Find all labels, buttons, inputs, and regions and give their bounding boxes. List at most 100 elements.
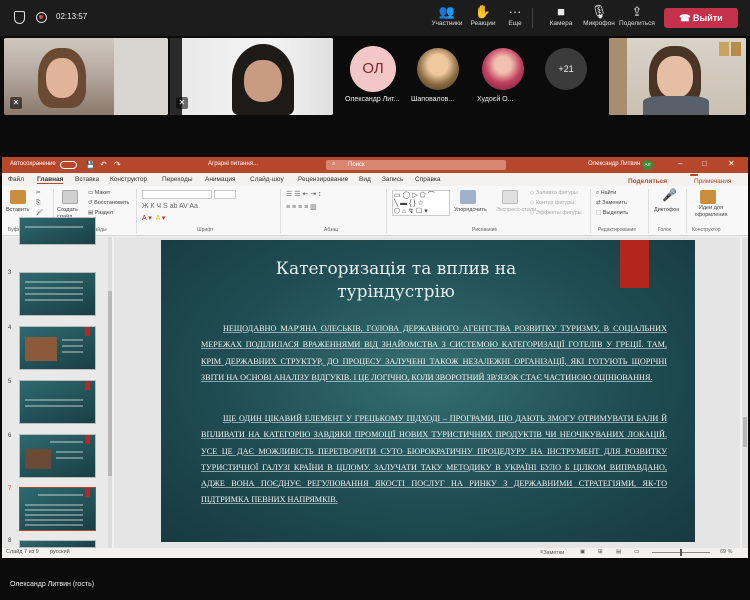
slide-thumbnail[interactable] bbox=[19, 272, 96, 316]
font-format-icons[interactable]: Ж К Ч S ab AV Aa bbox=[142, 203, 198, 210]
share-button[interactable]: ⇪ Поделиться bbox=[614, 4, 660, 27]
arrange-button[interactable]: Упорядочить bbox=[454, 207, 487, 213]
group-font-label: Шрифт bbox=[197, 227, 214, 233]
paste-icon[interactable] bbox=[10, 190, 26, 204]
replace-button[interactable]: ⇄ Заменить bbox=[596, 200, 627, 206]
shape-effects-button[interactable]: ◇ Эффекты фигуры bbox=[530, 210, 582, 216]
dictate-button[interactable]: Диктофон bbox=[654, 207, 679, 213]
tab-file[interactable]: Файл bbox=[8, 176, 24, 183]
cut-icon[interactable]: ✂ bbox=[36, 190, 41, 196]
comments-button[interactable]: Примечания bbox=[690, 174, 732, 185]
quick-styles-icon[interactable] bbox=[502, 190, 518, 204]
slide-thumbnail[interactable] bbox=[19, 217, 96, 245]
tab-record[interactable]: Запись bbox=[382, 176, 403, 183]
overflow-participants[interactable]: +21 bbox=[545, 48, 587, 90]
microphone-label: Микрофон bbox=[583, 20, 615, 27]
document-title: Аграрні питання... bbox=[208, 161, 259, 167]
slide-scrollbar[interactable] bbox=[742, 237, 748, 548]
shape-fill-button[interactable]: ◇ Заливка фигуры bbox=[530, 190, 578, 196]
font-size-select[interactable] bbox=[214, 190, 236, 199]
tab-slideshow[interactable]: Слайд-шоу bbox=[250, 176, 284, 183]
save-icon[interactable]: 💾 bbox=[86, 161, 95, 169]
redo-icon[interactable]: ↷ bbox=[114, 160, 121, 169]
select-button[interactable]: ⬚ Выделить bbox=[596, 210, 628, 216]
section-label: Раздел bbox=[94, 210, 113, 216]
tab-view[interactable]: Вид bbox=[359, 176, 371, 183]
account-avatar[interactable]: АЛ bbox=[642, 160, 653, 170]
avatar[interactable] bbox=[417, 48, 459, 90]
phone-icon: ☎ bbox=[679, 13, 694, 23]
notes-label: Заметки bbox=[543, 550, 565, 556]
slide-thumbnail[interactable] bbox=[19, 326, 96, 370]
leave-button[interactable]: ☎ Выйти bbox=[664, 8, 738, 28]
paste-button[interactable]: Вставить bbox=[6, 207, 29, 213]
video-tile-3[interactable] bbox=[609, 38, 746, 115]
slide-paragraph-1[interactable]: НЕЩОДАВНО МАР'ЯНА ОЛЕСЬКІВ, ГОЛОВА ДЕРЖА… bbox=[201, 321, 667, 386]
close-icon[interactable]: ✕ bbox=[728, 159, 735, 168]
comments-label: Примечания bbox=[694, 178, 732, 185]
arrange-icon[interactable] bbox=[460, 190, 476, 204]
avatar[interactable] bbox=[482, 48, 524, 90]
ribbon-tabs: Файл Главная Вставка Конструктор Переход… bbox=[2, 173, 748, 186]
list-icons[interactable]: ☰ ☰ ⇤ ⇥ ↕ bbox=[286, 190, 322, 198]
notes-button[interactable]: ≡ Заметки bbox=[540, 549, 564, 556]
maximize-icon[interactable]: □ bbox=[702, 159, 707, 168]
slide-thumbnail[interactable] bbox=[19, 434, 96, 478]
minimize-icon[interactable]: – bbox=[678, 159, 682, 168]
avatar-initials: ОЛ bbox=[362, 60, 384, 77]
shape-effects-label: Эффекты фигуры bbox=[535, 210, 582, 216]
design-ideas-button[interactable]: Идеи для оформления bbox=[692, 205, 730, 219]
layout-button[interactable]: ▭ Макет bbox=[88, 190, 110, 196]
copy-icon[interactable]: ⎘ bbox=[36, 200, 40, 207]
select-label: Выделить bbox=[602, 210, 629, 216]
font-family-select[interactable] bbox=[142, 190, 212, 199]
sorter-view-icon[interactable]: ⊞ bbox=[598, 549, 603, 555]
reset-button[interactable]: ↺ Восстановить bbox=[88, 200, 129, 206]
undo-icon[interactable]: ↶ bbox=[100, 160, 107, 169]
format-painter-icon[interactable]: 🖌 bbox=[36, 210, 43, 216]
slideshow-view-icon[interactable]: ▭ bbox=[634, 549, 639, 555]
tab-help[interactable]: Справка bbox=[415, 176, 441, 183]
account-name[interactable]: Олександр Литвин bbox=[588, 161, 640, 167]
slide-title-line-2: туріндустрію bbox=[337, 282, 455, 302]
tab-review[interactable]: Рецензирование bbox=[298, 176, 348, 183]
tab-transitions[interactable]: Переходы bbox=[162, 176, 193, 183]
meeting-timer: 02:13:57 bbox=[56, 12, 88, 21]
slide-thumbnail[interactable] bbox=[19, 540, 96, 548]
shape-outline-button[interactable]: ◇ Контур фигуры bbox=[530, 200, 574, 206]
slide-paragraph-2[interactable]: ЩЕ ОДИН ЦІКАВИЙ ЕЛЕМЕНТ У ГРЕЦЬКОМУ ПІДХ… bbox=[201, 411, 667, 509]
avatar[interactable]: ОЛ bbox=[350, 46, 396, 92]
ppt-title-bar: Автосохранение 💾 ↶ ↷ Аграрні питання... … bbox=[2, 157, 748, 173]
group-drawing-label: Рисование bbox=[472, 227, 498, 233]
tab-animations[interactable]: Анимация bbox=[205, 176, 236, 183]
designer-icon[interactable] bbox=[700, 190, 716, 204]
slide-thumbnail-selected[interactable] bbox=[19, 487, 96, 531]
section-button[interactable]: ▤ Раздел bbox=[88, 210, 113, 216]
slide-title-line-1: Категоризація та вплив на bbox=[275, 259, 517, 279]
language-indicator[interactable]: русский bbox=[50, 549, 70, 555]
zoom-thumb[interactable] bbox=[680, 549, 682, 556]
search-box[interactable]: ⌕ Поиск bbox=[326, 160, 506, 170]
video-tile-1[interactable]: ✕ bbox=[4, 38, 168, 115]
slide-title[interactable]: Категоризація та вплив на туріндустрію bbox=[201, 258, 591, 304]
tab-home[interactable]: Главная bbox=[37, 176, 64, 184]
dictate-icon[interactable]: 🎤 bbox=[662, 188, 677, 202]
slide-number: 7 bbox=[8, 486, 12, 492]
shapes-gallery[interactable]: ▭ ◯ ▷ ⬠ ⌒ ╲ ▬ { } ☆ ⬡ ⌂ ↯ ☐ ▾ bbox=[392, 190, 450, 216]
tab-design[interactable]: Конструктор bbox=[110, 176, 147, 183]
slide-thumbnail[interactable] bbox=[19, 380, 96, 424]
tab-insert[interactable]: Вставка bbox=[75, 176, 99, 183]
reading-view-icon[interactable]: ▤ bbox=[616, 549, 621, 555]
thumbnails-scrollbar[interactable] bbox=[108, 237, 112, 548]
autosave-toggle[interactable] bbox=[60, 161, 77, 169]
slide[interactable]: Категоризація та вплив на туріндустрію Н… bbox=[161, 240, 695, 542]
zoom-level[interactable]: 69 % bbox=[720, 549, 733, 555]
slide-number: 4 bbox=[8, 325, 12, 331]
find-button[interactable]: ⌕ Найти bbox=[596, 190, 616, 197]
align-icons[interactable]: ≡ ≡ ≡ ≡ ▥ bbox=[286, 203, 317, 211]
normal-view-icon[interactable]: ▣ bbox=[580, 549, 585, 555]
font-color-icon[interactable]: A ▾ A ▾ bbox=[142, 214, 165, 222]
powerpoint-window: Автосохранение 💾 ↶ ↷ Аграрні питання... … bbox=[2, 157, 748, 558]
video-tile-2[interactable]: ✕ bbox=[170, 38, 333, 115]
new-slide-icon[interactable] bbox=[62, 190, 78, 204]
